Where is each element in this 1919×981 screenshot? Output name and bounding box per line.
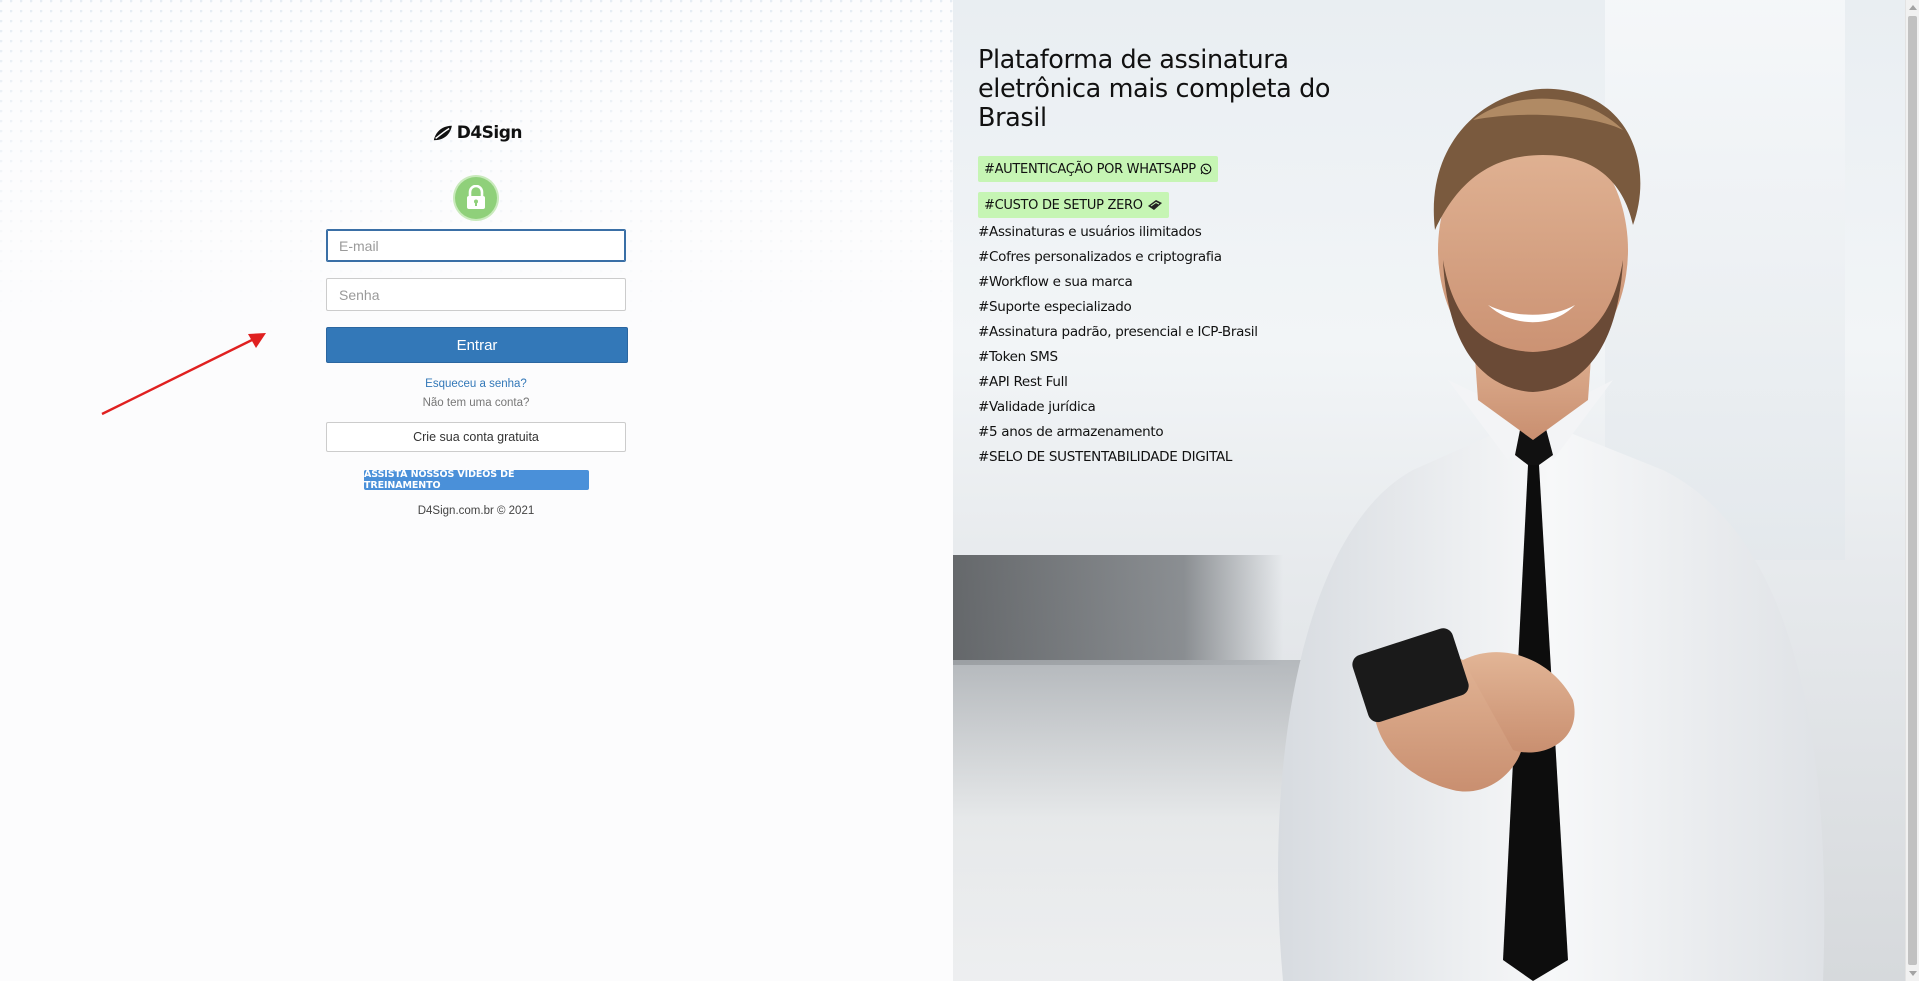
feature-item: #API Rest Full — [978, 374, 1068, 390]
feature-item: #Workflow e sua marca — [978, 274, 1133, 290]
padlock-icon — [455, 177, 497, 219]
password-field[interactable] — [326, 278, 626, 311]
email-field[interactable] — [326, 229, 626, 262]
vertical-scrollbar[interactable] — [1905, 0, 1919, 981]
brand-name: D4Sign — [456, 123, 523, 143]
feature-list: #Assinaturas e usuários ilimitados #Cofr… — [978, 220, 1258, 470]
copyright: D4Sign.com.br © 2021 — [417, 505, 535, 517]
feature-item: #Validade jurídica — [978, 399, 1096, 415]
feature-item: #SELO DE SUSTENTABILIDADE DIGITAL — [978, 449, 1233, 465]
feature-item: #Cofres personalizados e criptografia — [978, 249, 1222, 265]
tag-setup-zero: #CUSTO DE SETUP ZERO — [978, 192, 1169, 218]
scroll-up-arrow-icon[interactable] — [1909, 5, 1917, 10]
create-account-label: Crie sua conta gratuita — [413, 430, 539, 444]
create-account-button[interactable]: Crie sua conta gratuita — [326, 422, 626, 452]
money-icon — [1147, 200, 1162, 210]
promo-headline: Plataforma de assinatura eletrônica mais… — [978, 45, 1331, 133]
scroll-thumb[interactable] — [1908, 16, 1917, 965]
tag-whatsapp: #AUTENTICAÇÃO POR WHATSAPP — [978, 156, 1218, 182]
promo-panel: Plataforma de assinatura eletrônica mais… — [953, 0, 1905, 981]
whatsapp-icon — [1200, 163, 1212, 175]
scroll-down-arrow-icon[interactable] — [1909, 971, 1917, 976]
feature-item: #5 anos de armazenamento — [978, 424, 1164, 440]
feature-item: #Suporte especializado — [978, 299, 1132, 315]
feature-item: #Token SMS — [978, 349, 1058, 365]
leaf-logo-icon — [433, 125, 452, 141]
feature-item: #Assinaturas e usuários ilimitados — [978, 224, 1202, 240]
no-account-text: Não tem uma conta? — [422, 397, 530, 409]
tag-setup-zero-label: #CUSTO DE SETUP ZERO — [984, 197, 1143, 213]
training-videos-button[interactable]: ASSISTA NOSSOS VÍDEOS DE TREINAMENTO — [364, 469, 589, 491]
feature-item: #Assinatura padrão, presencial e ICP-Bra… — [978, 324, 1258, 340]
login-button-label: Entrar — [456, 336, 498, 354]
page: D4Sign Entrar Esqueceu a senha? Não tem … — [0, 0, 1919, 981]
login-button[interactable]: Entrar — [326, 327, 628, 363]
training-videos-label: ASSISTA NOSSOS VÍDEOS DE TREINAMENTO — [364, 469, 515, 491]
login-panel: D4Sign Entrar Esqueceu a senha? Não tem … — [0, 0, 953, 981]
brand-logo: D4Sign — [432, 121, 523, 145]
tag-whatsapp-label: #AUTENTICAÇÃO POR WHATSAPP — [984, 161, 1196, 177]
forgot-password-link[interactable]: Esqueceu a senha? — [326, 378, 626, 390]
businessman-photo — [1278, 88, 1825, 981]
annotation-arrow-icon — [101, 333, 266, 416]
